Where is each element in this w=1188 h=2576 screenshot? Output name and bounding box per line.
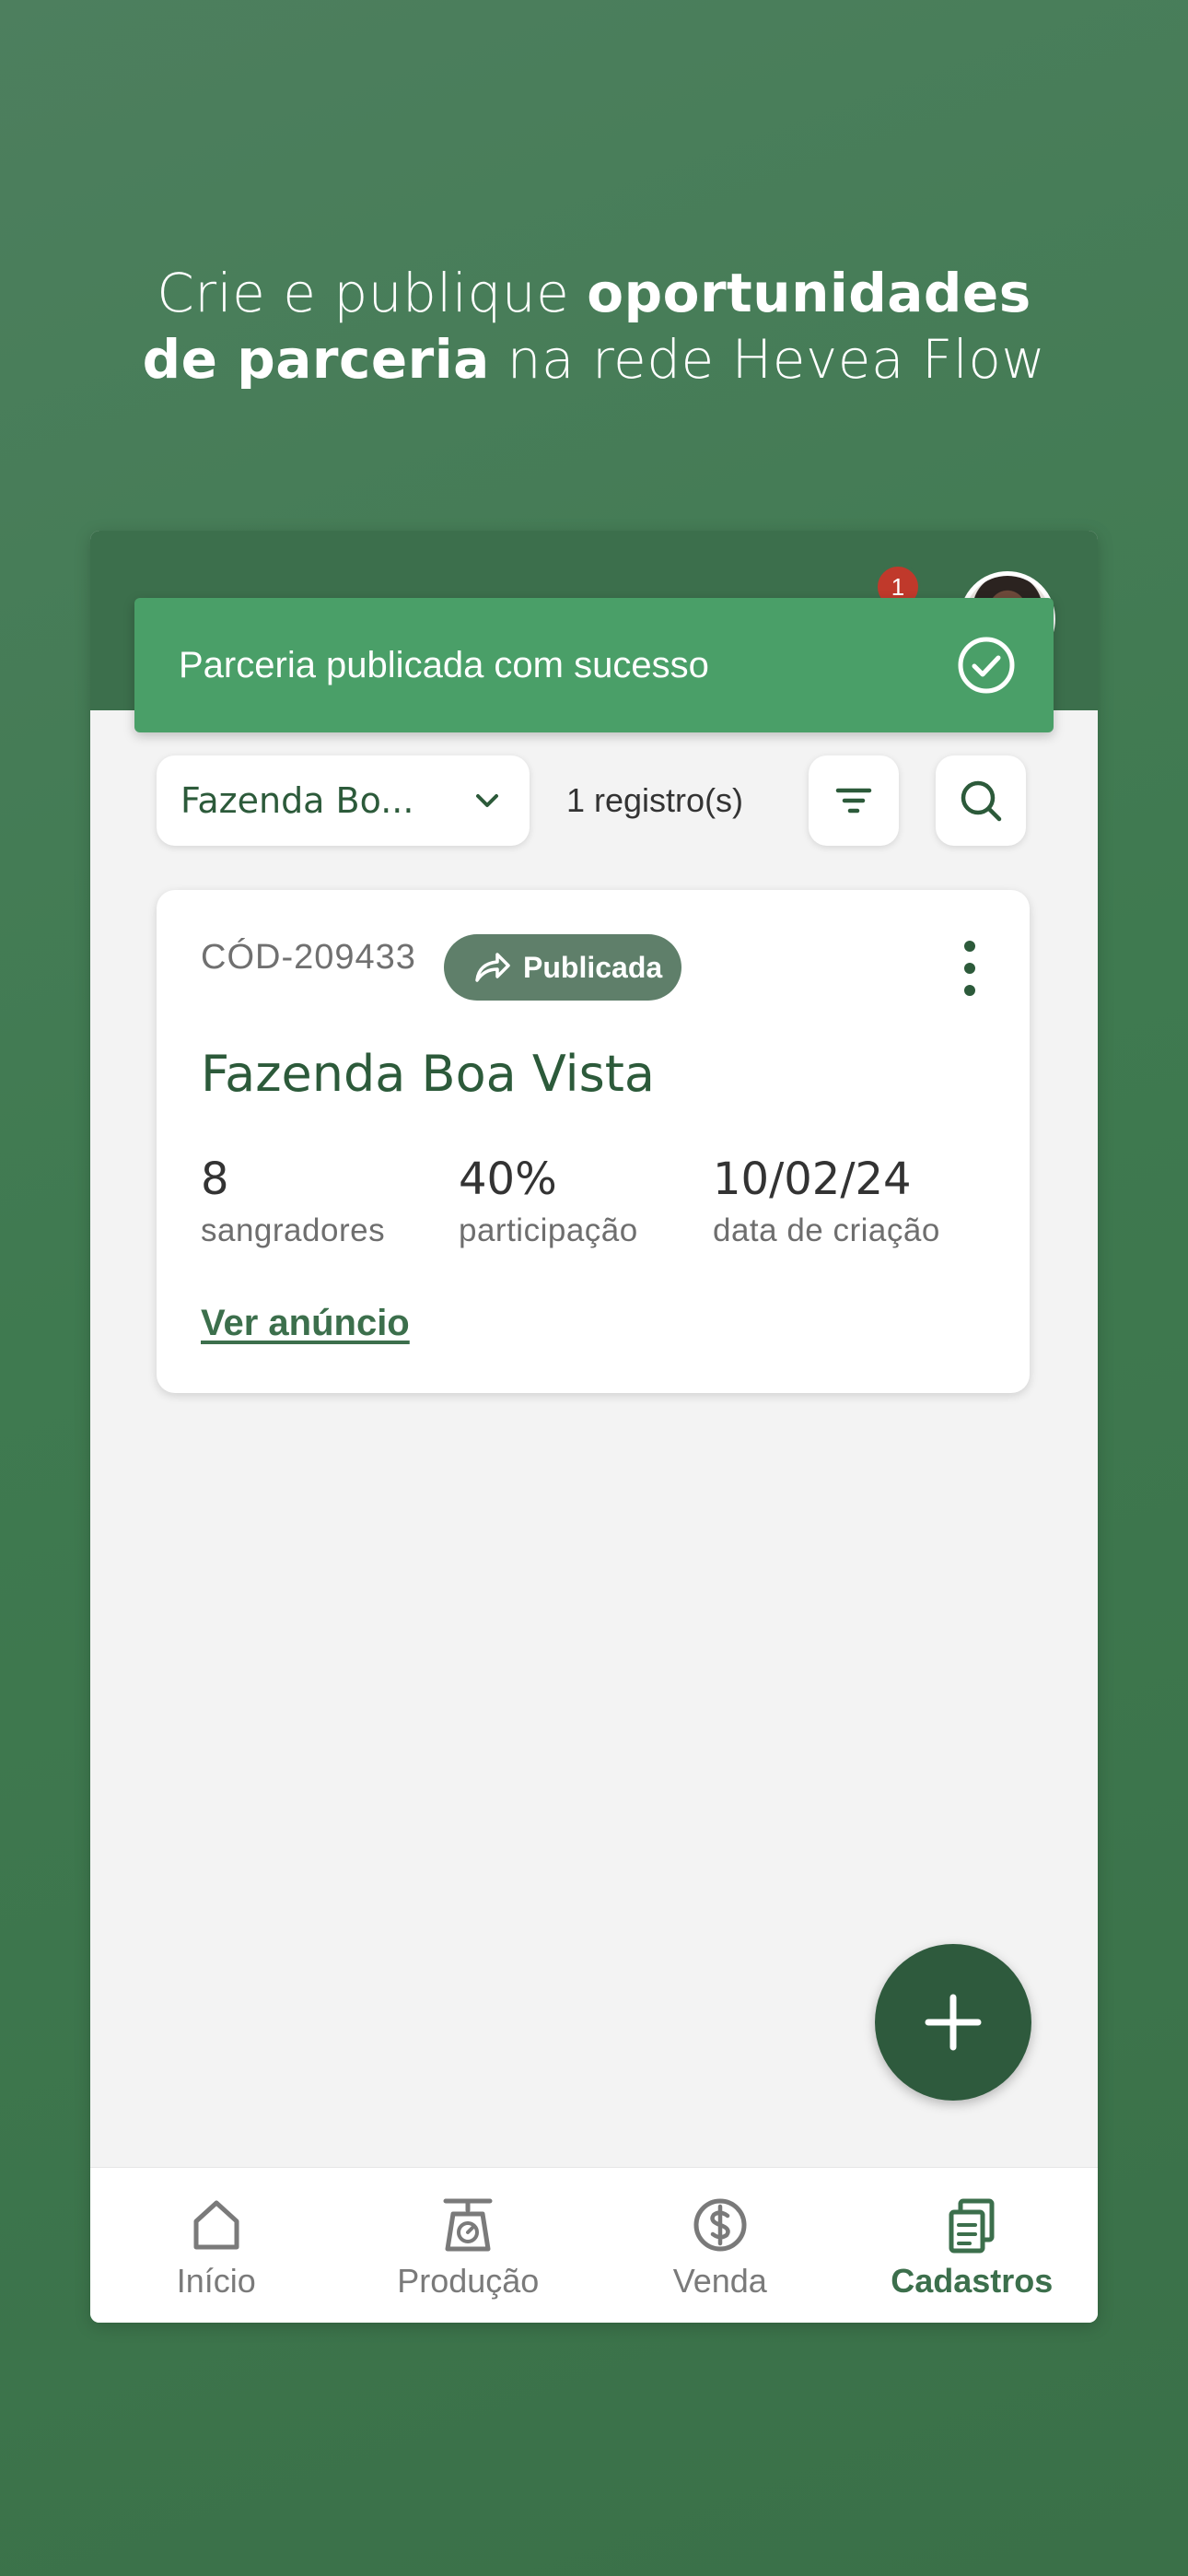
nav-item-venda[interactable]: Venda [594,2168,846,2323]
share-arrow-icon [475,953,510,982]
search-icon [961,780,1002,822]
headline-text: Crie e publique [157,262,588,324]
add-button[interactable] [875,1944,1031,2101]
home-icon [193,2200,239,2250]
stat-value: 10/02/24 [713,1153,912,1205]
stat-participation: 40% participação [459,1153,638,1249]
status-badge: Publicada [444,934,681,1001]
stat-label: participação [459,1212,638,1248]
nav-label: Venda [672,2262,767,2300]
search-button[interactable] [936,755,1026,846]
headline-bold: de parceria [142,328,490,391]
plus-icon [925,1994,982,2051]
nav-label: Início [176,2262,256,2300]
scale-icon [443,2198,493,2252]
more-vertical-icon[interactable] [956,938,984,999]
bottom-nav: Início Produção Venda Cadastros [90,2167,1098,2323]
view-listing-link[interactable]: Ver anúncio [201,1303,410,1344]
nav-label: Cadastros [891,2262,1054,2300]
success-toast: Parceria publicada com sucesso [134,598,1054,732]
stat-value: 40% [459,1153,557,1205]
nav-item-inicio[interactable]: Início [90,2168,343,2323]
dollar-icon [693,2198,747,2252]
headline-line-1: Crie e publique oportunidades [0,260,1188,326]
check-circle-icon [958,637,1015,694]
nav-item-producao[interactable]: Produção [343,2168,595,2323]
toast-message: Parceria publicada com sucesso [179,644,709,685]
card-title: Fazenda Boa Vista [201,1045,656,1103]
card-code: CÓD-209433 [201,938,416,977]
filter-row: Fazenda Bo... 1 registro(s) [157,755,1041,848]
headline-bold: oportunidades [587,262,1031,324]
stat-created-date: 10/02/24 data de criação [713,1153,940,1249]
headline-text: na rede Hevea Flow [489,328,1046,391]
headline-line-2: de parceria na rede Hevea Flow [0,326,1188,392]
app-screen: 1 Parceria publicada com sucesso Fazenda… [90,531,1098,2323]
nav-item-cadastros[interactable]: Cadastros [846,2168,1099,2323]
filter-button[interactable] [809,755,899,846]
stat-value: 8 [201,1153,229,1205]
stat-label: sangradores [201,1212,386,1248]
status-label: Publicada [523,950,663,984]
documents-icon [949,2198,995,2254]
stat-label: data de criação [713,1212,940,1248]
nav-label: Produção [397,2262,540,2300]
filter-icon [835,788,872,814]
farm-select-value: Fazenda Bo... [181,780,414,821]
stat-tappers: 8 sangradores [201,1153,385,1249]
record-count: 1 registro(s) [566,781,744,819]
chevron-down-icon [476,794,498,807]
headline: Crie e publique oportunidades de parceri… [0,260,1188,392]
partnership-card[interactable]: CÓD-209433 Publicada Fazenda Boa Vista 8… [157,890,1030,1393]
farm-select[interactable]: Fazenda Bo... [157,755,530,846]
